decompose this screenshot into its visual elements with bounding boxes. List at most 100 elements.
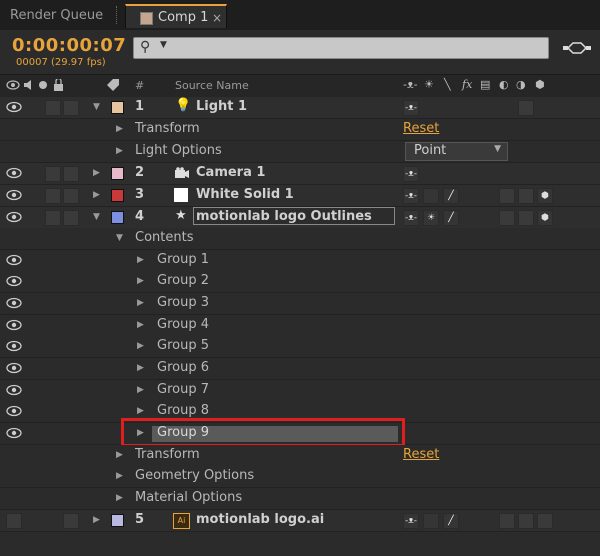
- property-row-transform[interactable]: ▶ Transform Reset: [0, 445, 600, 467]
- eye-icon[interactable]: [6, 101, 22, 113]
- lock-switch[interactable]: [63, 188, 79, 204]
- reset-link[interactable]: Reset: [403, 447, 439, 462]
- eye-icon[interactable]: [6, 340, 22, 352]
- label-color[interactable]: [111, 514, 124, 527]
- group-row[interactable]: ▶ Group 4: [0, 315, 600, 337]
- eye-icon[interactable]: [6, 275, 22, 287]
- group-row[interactable]: ▶ Group 6: [0, 358, 600, 380]
- twirl-down-icon[interactable]: ▼: [93, 102, 100, 112]
- eye-icon[interactable]: [6, 362, 22, 374]
- flowchart-icon[interactable]: [563, 40, 591, 56]
- shy-switch[interactable]: -ᴥ-: [403, 513, 419, 529]
- group-name[interactable]: Group 1: [157, 252, 209, 267]
- twirl-right-icon[interactable]: ▶: [116, 450, 123, 460]
- group-row[interactable]: ▶ Group 3: [0, 293, 600, 315]
- group-row[interactable]: ▶ Group 5: [0, 336, 600, 358]
- twirl-right-icon[interactable]: ▶: [93, 190, 100, 200]
- group-row[interactable]: ▶ Group 2: [0, 271, 600, 293]
- solo-switch[interactable]: [45, 166, 61, 182]
- property-row-material-options[interactable]: ▶ Material Options: [0, 488, 600, 510]
- quality-switch[interactable]: ╱: [443, 210, 459, 226]
- layer-row-solid[interactable]: ▶ 3 White Solid 1 -ᴥ- ╱ ⬢: [0, 185, 600, 207]
- twirl-right-icon[interactable]: ▶: [93, 515, 100, 525]
- eye-icon[interactable]: [6, 189, 22, 201]
- lock-switch[interactable]: [63, 210, 79, 226]
- eye-icon[interactable]: [6, 319, 22, 331]
- layer-row-ai[interactable]: ▶ 5 Ai motionlab logo.ai -ᴥ- ╱: [0, 510, 600, 532]
- twirl-right-icon[interactable]: ▶: [137, 298, 144, 308]
- motion-blur-switch[interactable]: [499, 188, 515, 204]
- 3d-cube-icon[interactable]: ⬢: [537, 188, 553, 204]
- layer-name[interactable]: White Solid 1: [196, 187, 294, 202]
- eye-icon[interactable]: [6, 254, 22, 266]
- twirl-right-icon[interactable]: ▶: [116, 124, 123, 134]
- lock-switch[interactable]: [63, 166, 79, 182]
- collapse-switch[interactable]: [423, 188, 439, 204]
- search-input[interactable]: [133, 37, 549, 59]
- chevron-down-icon[interactable]: ▼: [160, 40, 167, 50]
- group-name[interactable]: Group 5: [157, 338, 209, 353]
- adjustment-switch[interactable]: [518, 210, 534, 226]
- property-row-transform[interactable]: ▶ Transform Reset: [0, 119, 600, 141]
- twirl-down-icon[interactable]: ▼: [93, 212, 100, 222]
- shy-switch[interactable]: -ᴥ-: [403, 210, 419, 226]
- quality-switch[interactable]: ╱: [443, 513, 459, 529]
- motion-blur-switch[interactable]: [499, 513, 515, 529]
- column-source-name[interactable]: Source Name: [175, 79, 249, 92]
- video-switch[interactable]: [6, 513, 22, 529]
- twirl-right-icon[interactable]: ▶: [137, 385, 144, 395]
- layer-name[interactable]: Light 1: [196, 99, 247, 114]
- twirl-right-icon[interactable]: ▶: [137, 276, 144, 286]
- group-name[interactable]: Group 7: [157, 382, 209, 397]
- current-time[interactable]: 0:00:00:07: [12, 35, 126, 56]
- twirl-right-icon[interactable]: ▶: [137, 363, 144, 373]
- group-row[interactable]: ▶ Group 7: [0, 380, 600, 402]
- adjustment-switch[interactable]: [518, 513, 534, 529]
- twirl-right-icon[interactable]: ▶: [116, 471, 123, 481]
- shy-switch[interactable]: -ᴥ-: [403, 166, 419, 182]
- group-name[interactable]: Group 4: [157, 317, 209, 332]
- layer-row-camera[interactable]: ▶ 2 Camera 1 -ᴥ-: [0, 163, 600, 185]
- 3d-switch[interactable]: [537, 513, 553, 529]
- twirl-right-icon[interactable]: ▶: [116, 146, 123, 156]
- reset-link[interactable]: Reset: [403, 121, 439, 136]
- group-name[interactable]: Group 6: [157, 360, 209, 375]
- solo-switch[interactable]: [45, 100, 61, 116]
- light-type-select[interactable]: Point ▼: [405, 142, 508, 161]
- lock-switch[interactable]: [63, 100, 79, 116]
- group-row[interactable]: ▶ Group 1: [0, 250, 600, 272]
- label-color[interactable]: [111, 211, 124, 224]
- shy-switch[interactable]: -ᴥ-: [403, 188, 419, 204]
- twirl-right-icon[interactable]: ▶: [137, 341, 144, 351]
- close-icon[interactable]: ×: [212, 6, 222, 30]
- label-color[interactable]: [111, 167, 124, 180]
- solo-switch[interactable]: [45, 188, 61, 204]
- layer-row-outlines[interactable]: ▼ 4 ★ motionlab logo Outlines -ᴥ- ☀ ╱ ⬢: [0, 207, 600, 229]
- twirl-right-icon[interactable]: ▶: [137, 406, 144, 416]
- property-row-contents[interactable]: ▼ Contents: [0, 228, 600, 250]
- layer-name[interactable]: Camera 1: [196, 165, 265, 180]
- layer-name[interactable]: motionlab logo Outlines: [196, 209, 372, 224]
- solo-switch[interactable]: [45, 210, 61, 226]
- shy-switch[interactable]: -ᴥ-: [403, 100, 419, 116]
- layer-name[interactable]: motionlab logo.ai: [196, 512, 324, 527]
- eye-icon[interactable]: [6, 167, 22, 179]
- property-row-geometry-options[interactable]: ▶ Geometry Options: [0, 466, 600, 488]
- layer-row-light[interactable]: ▼ 1 💡 Light 1 -ᴥ-: [0, 97, 600, 119]
- eye-icon[interactable]: [6, 405, 22, 417]
- eye-icon[interactable]: [6, 297, 22, 309]
- eye-icon[interactable]: [6, 427, 22, 439]
- label-color[interactable]: [111, 189, 124, 202]
- collapse-switch[interactable]: [423, 513, 439, 529]
- property-row-light-options[interactable]: ▶ Light Options Point ▼: [0, 141, 600, 163]
- twirl-right-icon[interactable]: ▶: [137, 320, 144, 330]
- motion-blur-switch[interactable]: [499, 210, 515, 226]
- group-name[interactable]: Group 3: [157, 295, 209, 310]
- group-name[interactable]: Group 8: [157, 403, 209, 418]
- label-color[interactable]: [111, 101, 124, 114]
- lock-switch[interactable]: [63, 513, 79, 529]
- 3d-switch[interactable]: [518, 100, 534, 116]
- eye-icon[interactable]: [6, 211, 22, 223]
- twirl-right-icon[interactable]: ▶: [93, 168, 100, 178]
- group-name[interactable]: Group 2: [157, 273, 209, 288]
